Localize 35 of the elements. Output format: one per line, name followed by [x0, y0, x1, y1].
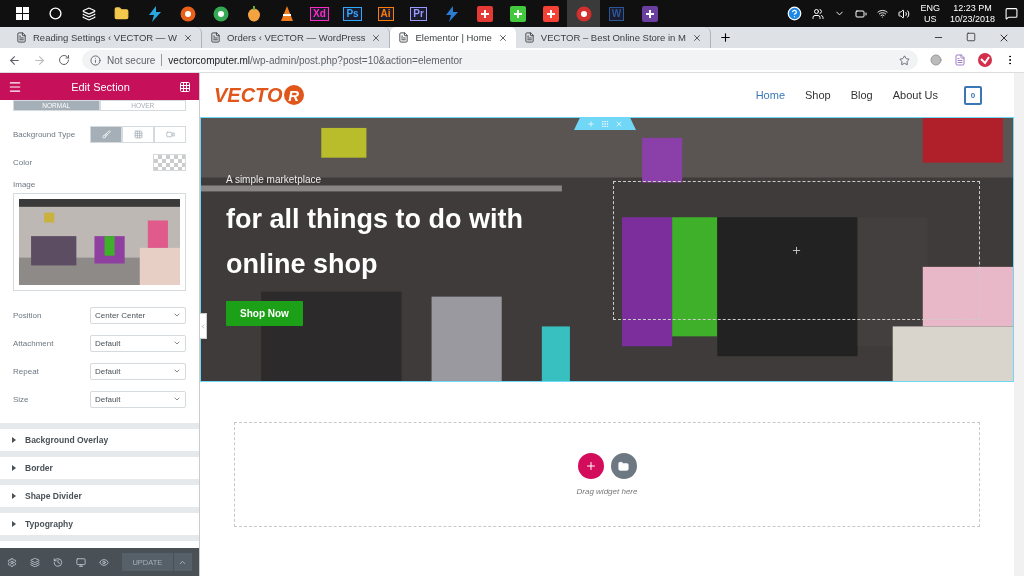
nav-link[interactable]: Home [755, 89, 785, 101]
taskbar-button[interactable]: Xd [303, 0, 336, 27]
drop-hint: Drag widget here [576, 487, 638, 496]
field-label: Size [13, 394, 29, 404]
cart-button[interactable]: 0 [964, 85, 982, 105]
taskbar-button[interactable]: Ps [336, 0, 369, 27]
taskbar-button[interactable]: Ai [369, 0, 402, 27]
select-field[interactable]: Default [90, 390, 186, 408]
logo: VECTO R [214, 83, 304, 107]
app-label[interactable]: Ps [343, 6, 362, 21]
app-label[interactable]: Pr [410, 6, 427, 21]
nav-link[interactable]: Shop [805, 89, 831, 101]
app-label[interactable]: Xd [310, 6, 329, 21]
clock-time: 12:23 PM [953, 2, 992, 14]
nav-link[interactable]: Blog [850, 89, 873, 101]
nav-link[interactable]: About Us [892, 89, 938, 101]
field-label: Background Type [13, 129, 76, 139]
select-field[interactable]: Default [90, 334, 186, 352]
app-label[interactable]: Ai [377, 6, 394, 21]
clock-date: 10/23/2018 [949, 13, 995, 25]
address-field[interactable]: Not secure vectorcomputer.ml/wp-admin/post.php?post=10&action=elementor [82, 50, 918, 70]
hero-heading: for all things to do with online shop [226, 203, 524, 281]
select-field[interactable]: Center Center [90, 306, 186, 324]
field-label: Position [13, 310, 42, 320]
browser-tab[interactable]: Elementor | Home [390, 27, 516, 48]
language-text: ENG [920, 2, 940, 14]
field-label: Color [13, 157, 33, 167]
taskbar-button[interactable]: Pr [402, 0, 435, 27]
field-label: Attachment [13, 338, 54, 348]
hero-kicker: A simple marketplace [226, 174, 322, 185]
field-label: Repeat [13, 366, 39, 376]
region-text: US [923, 13, 937, 25]
field-label: Image [13, 180, 37, 189]
panel-title: Edit Section [71, 80, 130, 93]
select-field[interactable]: Default [90, 362, 186, 380]
